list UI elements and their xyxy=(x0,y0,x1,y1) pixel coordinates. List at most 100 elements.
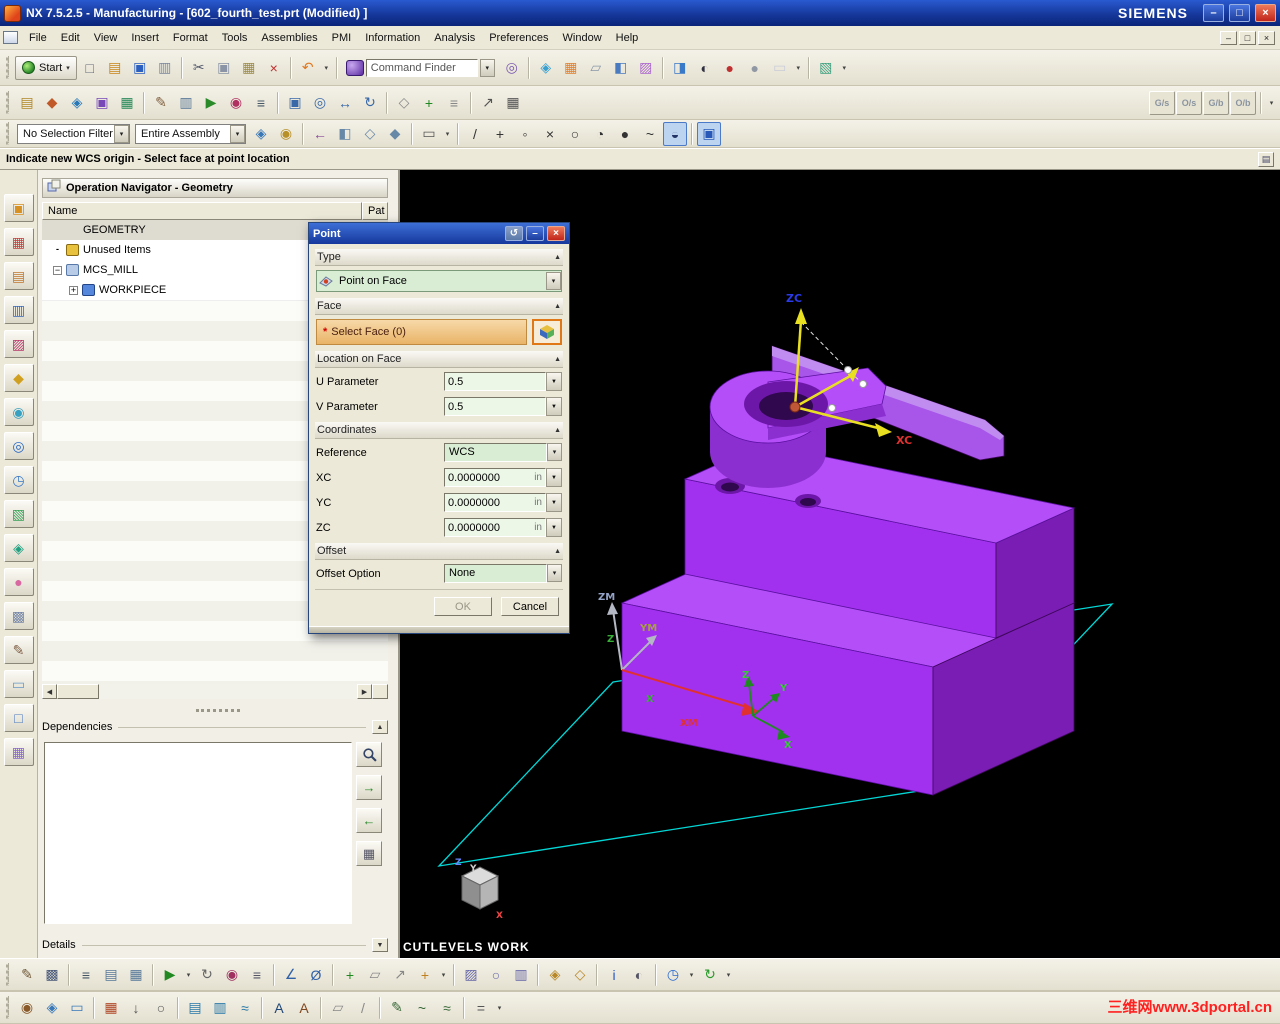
new-icon[interactable]: □ xyxy=(78,56,102,80)
offset-option-dropdown[interactable]: ▾ xyxy=(547,564,562,582)
next-dependency-button[interactable]: → xyxy=(356,775,382,800)
true-shading-icon[interactable]: ◧ xyxy=(609,56,633,80)
create-operation-icon[interactable]: ▦ xyxy=(115,91,139,115)
ok-button[interactable]: OK xyxy=(434,597,492,616)
post-icon[interactable]: ≡ xyxy=(245,963,269,987)
yc-spinner[interactable]: ▼ xyxy=(546,493,562,512)
menu-item[interactable]: Preferences xyxy=(482,29,555,47)
child-minimize-button[interactable]: – xyxy=(1220,30,1237,45)
operation-navigator-icon[interactable]: ▥ xyxy=(3,296,34,324)
replay-icon[interactable]: ↻ xyxy=(195,963,219,987)
measure-angle-icon[interactable]: ∠ xyxy=(279,963,303,987)
post-process-icon[interactable]: ≡ xyxy=(249,91,273,115)
snap-point-on-face-icon[interactable]: ◒ xyxy=(663,121,687,146)
rotation-handle[interactable] xyxy=(844,366,852,374)
dependencies-view[interactable] xyxy=(44,742,352,924)
paste-icon[interactable]: ▦ xyxy=(237,56,261,80)
select-face-mode-icon[interactable]: ◧ xyxy=(333,122,357,146)
cavity-mill-icon[interactable]: ▥ xyxy=(208,996,232,1020)
menu-item[interactable]: Assemblies xyxy=(254,29,324,47)
more-dropdown-icon[interactable]: ▾ xyxy=(494,996,505,1020)
save-icon[interactable]: ▣ xyxy=(128,56,152,80)
dialog-resize-strip[interactable] xyxy=(309,626,569,633)
find-button[interactable] xyxy=(356,742,382,767)
details-header[interactable]: Details ▼ xyxy=(42,936,388,954)
select-body-mode-icon[interactable]: ◆ xyxy=(383,122,407,146)
fit-view-icon[interactable]: ▣ xyxy=(283,91,307,115)
undo-icon[interactable]: ↶ xyxy=(296,56,320,80)
command-finder-input[interactable] xyxy=(365,58,478,77)
dialog-title-bar[interactable]: Point ↺ – × xyxy=(309,223,569,244)
screenshot-icon[interactable]: ▦ xyxy=(559,56,583,80)
move-object-icon[interactable]: ↗ xyxy=(476,91,500,115)
edit-tool-icon[interactable]: ✎ xyxy=(15,963,39,987)
snap-quadrant-icon[interactable]: ◔ xyxy=(588,122,612,146)
rectangle-select-icon[interactable]: ▭ xyxy=(417,122,441,146)
menu-item[interactable]: Insert xyxy=(124,29,166,47)
snap-existing-point-icon[interactable]: ● xyxy=(613,122,637,146)
snap-point-toggle-icon[interactable]: ▣ xyxy=(697,121,721,146)
refresh-dropdown-icon[interactable]: ▾ xyxy=(723,963,734,987)
menu-item[interactable]: File xyxy=(22,29,54,47)
csys-dropdown-icon[interactable]: ▾ xyxy=(438,963,449,987)
wcs-origin-handle[interactable] xyxy=(789,401,801,413)
generate-toolpath-icon[interactable]: ▶ xyxy=(199,91,223,115)
start-menu-button[interactable]: Start ▾ xyxy=(15,55,77,80)
point-type-combo[interactable]: Point on Face ▾ xyxy=(316,270,562,292)
collapse-chevron-icon[interactable]: ▲ xyxy=(554,254,561,261)
system-scenes-icon[interactable]: ▩ xyxy=(3,602,34,630)
generate-dropdown-icon[interactable]: ▾ xyxy=(183,963,194,987)
reference-dropdown[interactable]: ▾ xyxy=(547,443,562,461)
touch-panel-icon[interactable]: ▭ xyxy=(3,670,34,698)
cancel-button[interactable]: Cancel xyxy=(501,597,559,616)
window-close-button[interactable]: × xyxy=(1255,4,1276,22)
create-method-icon[interactable]: ▣ xyxy=(90,91,114,115)
plane-constructor-icon[interactable]: ▱ xyxy=(363,963,387,987)
dependencies-collapse-icon[interactable]: ▲ xyxy=(372,720,388,734)
ocode-simulate-button[interactable]: O/s xyxy=(1176,90,1202,115)
location-section-header[interactable]: Location on Face ▲ xyxy=(315,351,563,368)
wcs-orient-icon[interactable]: ◇ xyxy=(568,963,592,987)
plot-icon[interactable]: ▥ xyxy=(153,56,177,80)
toolbar-options-icon[interactable]: ▾ xyxy=(1266,91,1277,115)
scroll-thumb[interactable] xyxy=(57,684,99,699)
dependencies-header[interactable]: Dependencies ▲ xyxy=(42,718,388,736)
collapse-chevron-icon[interactable]: ▲ xyxy=(554,356,561,363)
object-display-icon[interactable]: ▨ xyxy=(459,963,483,987)
work-plane-icon[interactable]: ▱ xyxy=(584,56,608,80)
part-navigator-icon[interactable]: ▤ xyxy=(3,262,34,290)
v-parameter-spinner[interactable]: ▼ xyxy=(546,397,562,416)
selection-filter-combo[interactable]: No Selection Filter ▾ xyxy=(17,123,130,144)
point-type-dropdown[interactable]: ▾ xyxy=(546,272,561,290)
zoom-icon[interactable]: ◎ xyxy=(308,91,332,115)
selection-filter-dropdown[interactable]: ▾ xyxy=(114,124,129,143)
tree-expander[interactable]: - xyxy=(53,244,62,255)
rotate-view-icon[interactable]: ↻ xyxy=(358,91,382,115)
mill-area-icon[interactable]: ▦ xyxy=(99,996,123,1020)
snap-control-point-icon[interactable]: ◦ xyxy=(513,122,537,146)
dialog-reset-button[interactable]: ↺ xyxy=(505,226,523,241)
new-window-icon[interactable]: ▧ xyxy=(814,56,838,80)
u-parameter-field[interactable]: 0.5 ▼ xyxy=(444,372,562,391)
repeat-command-icon[interactable]: ◎ xyxy=(500,56,524,80)
spline-icon[interactable]: ≈ xyxy=(435,996,459,1020)
child-restore-button[interactable]: □ xyxy=(1239,30,1256,45)
sketch-icon[interactable]: ✎ xyxy=(385,996,409,1020)
hd3d-tools-icon[interactable]: ◉ xyxy=(3,398,34,426)
process-studio-icon[interactable]: ▧ xyxy=(3,500,34,528)
offset-section-header[interactable]: Offset ▲ xyxy=(315,543,563,560)
tree-expander[interactable]: + xyxy=(69,285,78,295)
render-style-icon[interactable]: ◐ xyxy=(693,56,717,80)
pan-icon[interactable]: ↔ xyxy=(333,91,357,115)
type-section-header[interactable]: Type ▲ xyxy=(315,249,563,266)
scroll-right-button[interactable]: ▶ xyxy=(357,684,372,699)
select-face-field[interactable]: * Select Face (0) xyxy=(316,319,527,345)
offset-option-combo[interactable]: None ▾ xyxy=(444,564,562,583)
menu-item[interactable]: Help xyxy=(609,29,646,47)
history-icon[interactable]: ◷ xyxy=(3,466,34,494)
v-parameter-field[interactable]: 0.5 ▼ xyxy=(444,397,562,416)
hide-object-icon[interactable]: ○ xyxy=(484,963,508,987)
user-tools-icon[interactable]: ✎ xyxy=(3,636,34,664)
details-expand-icon[interactable]: ▼ xyxy=(372,938,388,952)
touch-mode-icon[interactable]: ◈ xyxy=(534,56,558,80)
